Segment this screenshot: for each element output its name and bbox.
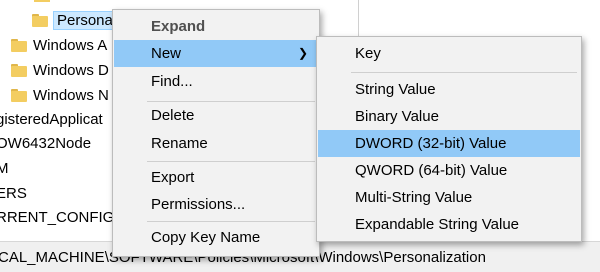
menu-item-label: Expandable String Value: [355, 216, 520, 233]
menu-item-label: String Value: [355, 81, 436, 98]
menu-item-find[interactable]: Find...: [114, 68, 318, 95]
chevron-right-icon: ❯: [297, 46, 308, 60]
menu-item-expand[interactable]: Expand: [114, 13, 318, 40]
tree-item-label: OW6432Node: [0, 134, 92, 152]
menu-item-label: Export: [151, 169, 195, 186]
menu-item-label: Binary Value: [355, 108, 439, 125]
tree-item-label: RRENT_CONFIG: [0, 208, 115, 226]
expand-arrow-icon[interactable]: ›: [0, 40, 7, 51]
tree-item-label: Windows A: [33, 36, 108, 54]
expand-arrow-icon[interactable]: ›: [0, 65, 7, 76]
submenu-item-string-value[interactable]: String Value: [318, 76, 580, 103]
menu-item-label: Copy Key Name: [151, 229, 261, 246]
folder-icon: [32, 13, 48, 27]
menu-separator: [147, 221, 315, 222]
tree-item-windows-n[interactable]: › Windows N: [0, 84, 109, 106]
menu-item-label: DWORD (32-bit) Value: [355, 135, 507, 152]
folder-icon: [34, 0, 50, 2]
submenu-item-qword-value[interactable]: QWORD (64-bit) Value: [318, 157, 580, 184]
menu-item-delete[interactable]: Delete: [114, 102, 318, 129]
menu-item-label: Key: [355, 45, 381, 62]
tree-item-windows-a[interactable]: › Windows A: [0, 34, 107, 56]
tree-item-hkey-m[interactable]: M: [0, 157, 9, 179]
folder-icon: [11, 63, 27, 77]
tree-item-label: Windows D: [33, 61, 109, 79]
tree-item-label: ERS: [0, 184, 27, 202]
menu-item-label: Expand: [151, 18, 206, 35]
tree-item-registered-applications[interactable]: gisteredApplicat: [0, 108, 103, 130]
menu-item-copy-key-name[interactable]: Copy Key Name: [114, 224, 318, 251]
menu-item-permissions[interactable]: Permissions...: [114, 191, 318, 218]
menu-item-new[interactable]: New ❯: [114, 40, 318, 67]
new-submenu: Key String Value Binary Value DWORD (32-…: [316, 36, 582, 242]
menu-item-rename[interactable]: Rename: [114, 130, 318, 157]
menu-item-label: Multi-String Value: [355, 189, 473, 206]
menu-item-label: QWORD (64-bit) Value: [355, 162, 508, 179]
submenu-item-dword-value[interactable]: DWORD (32-bit) Value: [318, 130, 580, 157]
menu-item-export[interactable]: Export: [114, 164, 318, 191]
menu-separator: [351, 72, 577, 73]
submenu-item-key[interactable]: Key: [318, 40, 580, 67]
menu-item-label: Permissions...: [151, 196, 246, 213]
tree-item-partial: [34, 0, 74, 2]
submenu-item-binary-value[interactable]: Binary Value: [318, 103, 580, 130]
tree-item-label: Windows N: [33, 86, 109, 104]
expand-arrow-icon[interactable]: ›: [0, 90, 7, 101]
context-menu: Expand New ❯ Find... Delete Rename Expor…: [112, 9, 320, 257]
tree-item-windows-d[interactable]: › Windows D: [0, 59, 109, 81]
menu-item-label: Find...: [151, 73, 193, 90]
tree-item-hkey-users[interactable]: ERS: [0, 182, 27, 204]
tree-item-wow6432node[interactable]: OW6432Node: [0, 132, 91, 154]
submenu-item-expandable-string-value[interactable]: Expandable String Value: [318, 211, 580, 238]
folder-icon: [11, 88, 27, 102]
tree-item-label: gisteredApplicat: [0, 110, 103, 128]
tree-item-hkey-current-config[interactable]: RRENT_CONFIG: [0, 206, 114, 228]
tree-item-label: M: [0, 159, 9, 177]
folder-icon: [11, 38, 27, 52]
menu-item-label: Rename: [151, 135, 208, 152]
submenu-item-multi-string-value[interactable]: Multi-String Value: [318, 184, 580, 211]
menu-item-label: New: [151, 45, 182, 62]
menu-item-label: Delete: [151, 107, 195, 124]
menu-separator: [147, 161, 315, 162]
